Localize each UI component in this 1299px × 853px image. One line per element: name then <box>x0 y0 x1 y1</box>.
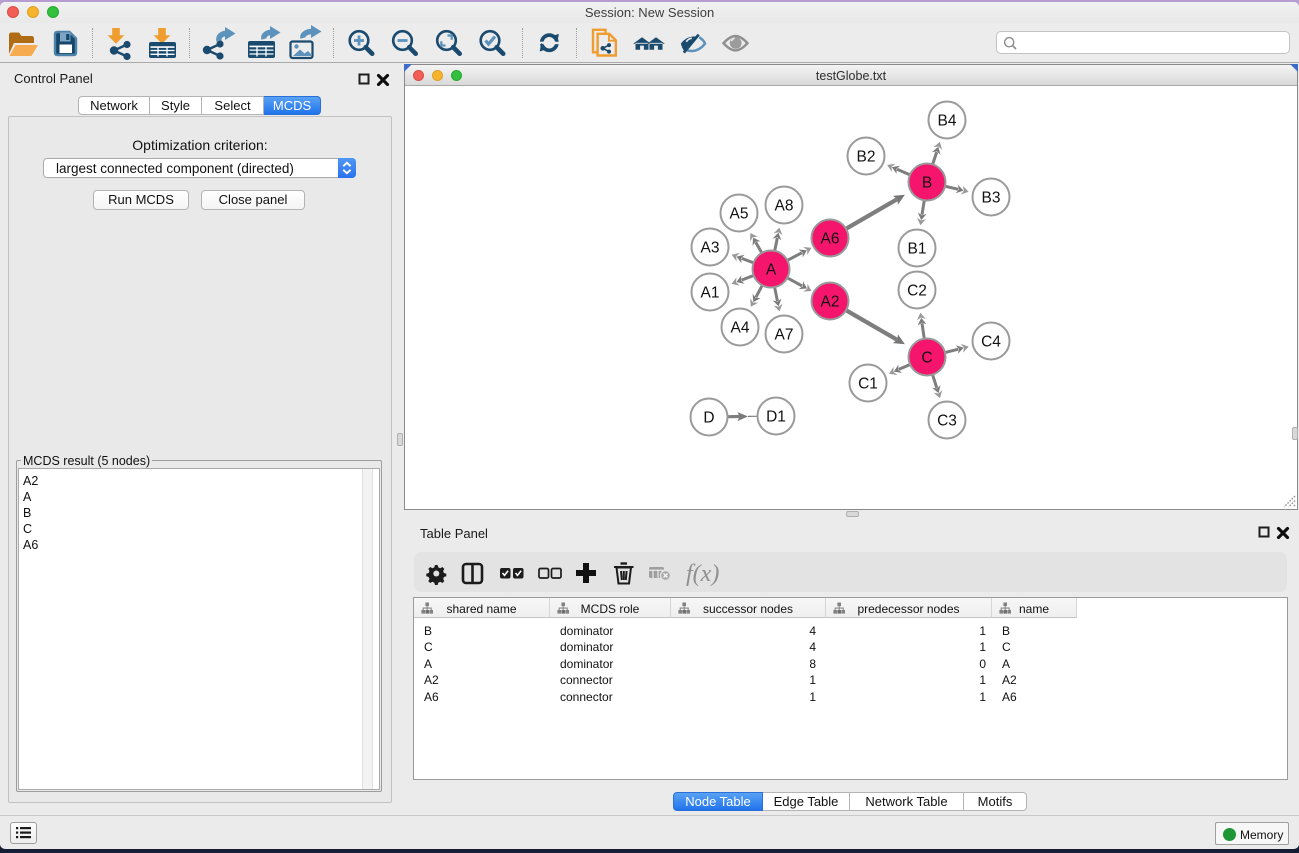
svg-text:f(x): f(x) <box>686 561 719 587</box>
